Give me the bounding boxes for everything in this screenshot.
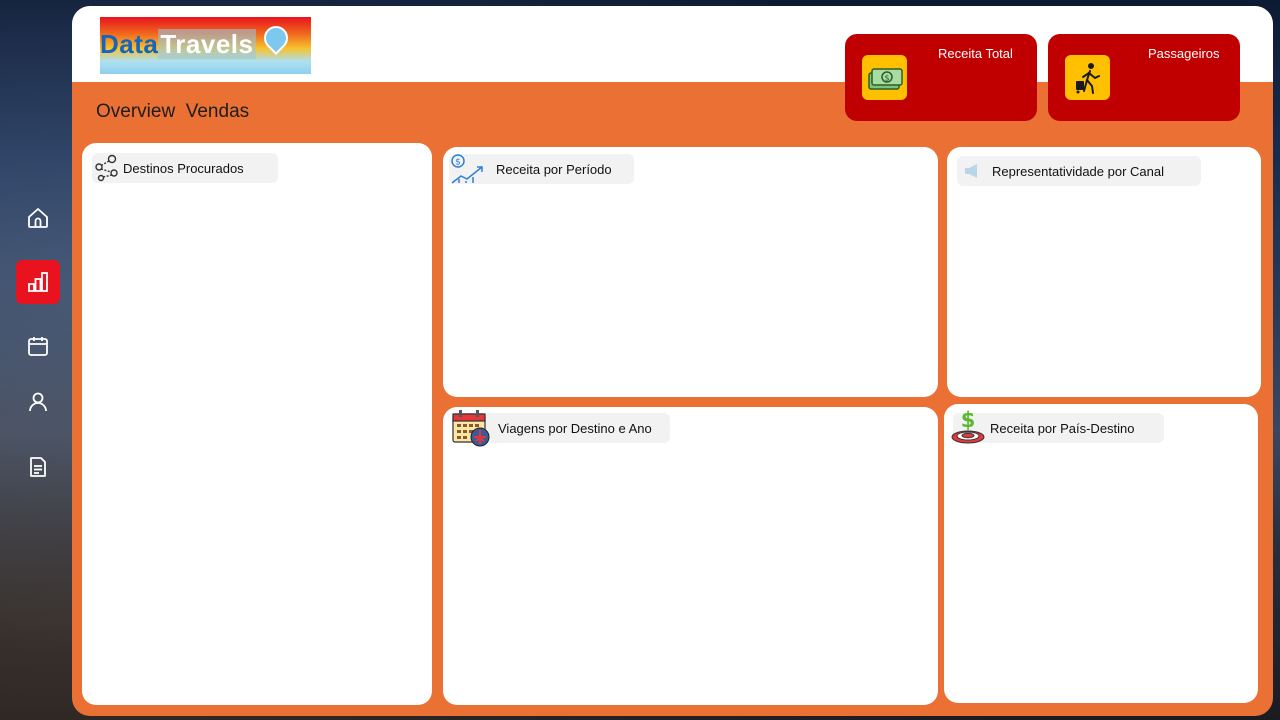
svg-text:$: $ <box>455 158 461 168</box>
revenue-growth-icon: $ <box>449 152 485 186</box>
user-icon <box>29 392 47 412</box>
card-title: Receita por País-Destino <box>990 420 1135 436</box>
logo-text-data: Data <box>100 29 159 59</box>
card-viagens-por-destino-e-ano: Viagens por Destino e Ano <box>443 407 938 705</box>
bar-chart-icon <box>28 272 48 292</box>
card-title: Destinos Procurados <box>123 160 244 176</box>
kpi-passageiros[interactable]: Passageiros <box>1048 34 1240 121</box>
page-title: Overview Vendas <box>96 101 250 122</box>
card-title: Viagens por Destino e Ano <box>498 420 652 436</box>
kpi-receita-total[interactable]: $ Receita Total <box>845 34 1037 121</box>
home-icon <box>28 208 48 228</box>
card-receita-por-pais-destino: Receita por País-Destino $ <box>944 404 1258 703</box>
card-receita-por-periodo: Receita por Período $ <box>443 147 938 397</box>
calendar-icon <box>28 337 48 356</box>
megaphone-icon <box>964 163 980 179</box>
main-panel: DataTravels Overview Vendas $ Receita To… <box>72 6 1273 716</box>
traveler-icon <box>1065 55 1110 100</box>
sidebar-item-home[interactable] <box>16 196 60 240</box>
sidebar-item-report[interactable] <box>16 445 60 489</box>
target-money-icon: $ <box>951 408 985 444</box>
card-header: Representatividade por Canal <box>957 156 1201 186</box>
logo: DataTravels <box>100 17 311 74</box>
card-title: Representatividade por Canal <box>992 163 1164 179</box>
sidebar-item-overview[interactable] <box>16 260 60 304</box>
money-icon: $ <box>862 55 907 100</box>
map-pins-icon <box>92 153 122 183</box>
svg-text:$: $ <box>884 73 889 82</box>
sidebar-item-calendar[interactable] <box>16 324 60 368</box>
card-representatividade-por-canal: Representatividade por Canal <box>947 147 1261 397</box>
card-destinos-procurados: Destinos Procurados <box>82 143 432 705</box>
kpi-label: Receita Total <box>938 46 1013 61</box>
logo-text-travels: Travels <box>158 29 256 59</box>
card-title: Receita por Período <box>496 161 612 177</box>
kpi-label: Passageiros <box>1148 46 1220 61</box>
sidebar-item-user[interactable] <box>16 380 60 424</box>
calendar-flight-icon <box>452 409 490 447</box>
sidebar <box>0 0 72 720</box>
document-icon <box>30 457 46 477</box>
location-pin-icon <box>259 21 293 55</box>
svg-text:$: $ <box>961 408 976 432</box>
